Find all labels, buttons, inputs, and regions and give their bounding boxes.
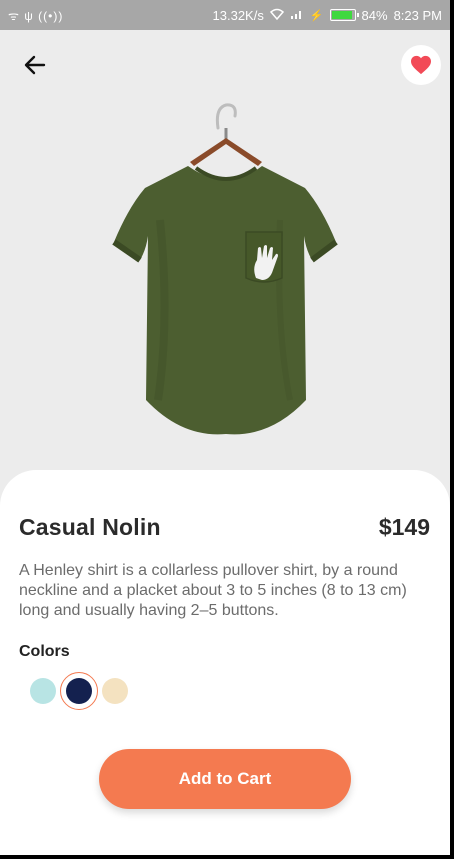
back-button[interactable] (20, 50, 50, 80)
swatch-fill (30, 678, 56, 704)
color-swatch-beige[interactable] (96, 672, 134, 710)
color-swatch-light-blue[interactable] (24, 672, 62, 710)
status-left: ᯤ ψ ((•)) (8, 7, 63, 24)
product-image (100, 100, 350, 440)
product-price: $149 (378, 514, 430, 540)
arrow-left-icon (24, 55, 46, 75)
color-swatch-navy-selected[interactable] (60, 672, 98, 710)
network-speed: 13.32K/s (212, 7, 264, 23)
favorite-button[interactable] (401, 45, 441, 85)
heart-icon (411, 55, 431, 75)
clock: 8:23 PM (393, 7, 442, 23)
tshirt-illustration (112, 103, 338, 435)
status-right: 13.32K/s ⚡ 84% 8:23 PM (213, 8, 442, 23)
product-detail-screen: ᯤ ψ ((•)) 13.32K/s ⚡ 84% 8:23 PM Casual … (0, 0, 450, 855)
product-name: Casual Nolin (19, 514, 161, 540)
wifi-icon (269, 8, 284, 23)
add-to-cart-button[interactable]: Add to Cart (99, 749, 351, 809)
product-details-card: Casual Nolin $149 A Henley shirt is a co… (0, 470, 450, 855)
battery-percent: 84% (361, 7, 388, 23)
battery-icon (329, 9, 359, 21)
charging-icon: ⚡ (309, 9, 324, 22)
status-bar: ᯤ ψ ((•)) 13.32K/s ⚡ 84% 8:23 PM (0, 0, 450, 30)
swatch-fill (102, 678, 128, 704)
colors-heading: Colors (19, 643, 70, 660)
product-description: A Henley shirt is a collarless pullover … (19, 562, 407, 619)
color-swatches (24, 672, 132, 710)
signal-icon (290, 8, 304, 23)
swatch-fill (66, 678, 92, 704)
notification-icons: ᯤ ψ ((•)) (8, 8, 64, 23)
